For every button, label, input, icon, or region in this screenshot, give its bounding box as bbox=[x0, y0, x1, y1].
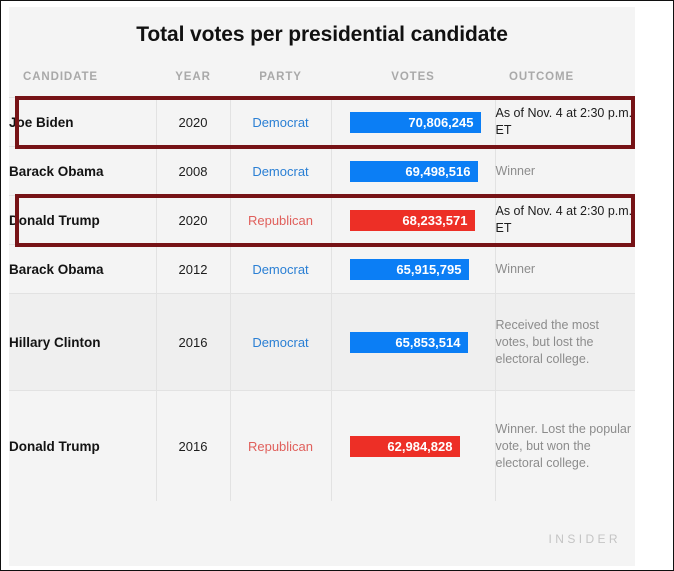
table-row: Joe Biden 2020 Democrat 70,806,245 As of Nov… bbox=[9, 97, 635, 147]
cell-outcome: Winner. Lost the popular vote, but won t… bbox=[495, 390, 635, 501]
cell-year: 2016 bbox=[156, 293, 231, 391]
chart-panel: Total votes per presidential candidate C… bbox=[9, 7, 635, 566]
cell-votes: 62,984,828 bbox=[331, 390, 496, 501]
screenshot-frame: Total votes per presidential candidate C… bbox=[0, 0, 674, 571]
table-row: Barack Obama 2012 Democrat 65,915,795 Winner bbox=[9, 244, 635, 294]
column-header-candidate: CANDIDATE bbox=[9, 71, 156, 98]
cell-outcome: Received the most votes, but lost the el… bbox=[495, 293, 635, 391]
cell-party: Democrat bbox=[230, 244, 332, 294]
cell-votes: 65,853,514 bbox=[331, 293, 496, 391]
cell-year: 2008 bbox=[156, 146, 231, 196]
vote-bar: 65,915,795 bbox=[349, 259, 469, 280]
table-header-row: CANDIDATE YEAR PARTY VOTES OUTCOME bbox=[9, 71, 635, 98]
vote-bar: 68,233,571 bbox=[349, 210, 475, 231]
cell-votes: 68,233,571 bbox=[331, 195, 496, 245]
table-body: Joe Biden 2020 Democrat 70,806,245 As of Nov… bbox=[9, 97, 635, 501]
column-header-votes: VOTES bbox=[331, 71, 495, 98]
cell-votes: 70,806,245 bbox=[331, 97, 496, 147]
cell-candidate: Hillary Clinton bbox=[9, 293, 157, 391]
column-header-party: PARTY bbox=[230, 71, 331, 98]
cell-candidate: Barack Obama bbox=[9, 244, 157, 294]
vote-bar: 69,498,516 bbox=[349, 161, 478, 182]
cell-year: 2016 bbox=[156, 390, 231, 501]
vote-bar: 70,806,245 bbox=[349, 112, 481, 133]
cell-votes: 65,915,795 bbox=[331, 244, 496, 294]
votes-table: CANDIDATE YEAR PARTY VOTES OUTCOME Joe B… bbox=[9, 71, 635, 501]
table-row: Hillary Clinton 2016 Democrat 65,853,514 Rec… bbox=[9, 293, 635, 391]
cell-party: Republican bbox=[230, 195, 332, 245]
cell-candidate: Barack Obama bbox=[9, 146, 157, 196]
vote-bar-wrapper: 70,806,245 bbox=[332, 98, 495, 146]
table-row: Donald Trump 2020 Republican 68,233,571 As o… bbox=[9, 195, 635, 245]
cell-votes: 69,498,516 bbox=[331, 146, 496, 196]
vote-bar: 65,853,514 bbox=[349, 332, 468, 353]
vote-bar-wrapper: 65,915,795 bbox=[332, 245, 495, 293]
vote-bar-wrapper: 65,853,514 bbox=[332, 294, 495, 390]
cell-outcome: As of Nov. 4 at 2:30 p.m. ET bbox=[495, 97, 635, 147]
cell-year: 2020 bbox=[156, 97, 231, 147]
vote-bar-wrapper: 69,498,516 bbox=[332, 147, 495, 195]
cell-candidate: Joe Biden bbox=[9, 97, 157, 147]
cell-party: Democrat bbox=[230, 293, 332, 391]
vote-bar-wrapper: 68,233,571 bbox=[332, 196, 495, 244]
cell-candidate: Donald Trump bbox=[9, 195, 157, 245]
vote-bar: 62,984,828 bbox=[349, 436, 460, 457]
cell-year: 2020 bbox=[156, 195, 231, 245]
cell-party: Republican bbox=[230, 390, 332, 501]
cell-candidate: Donald Trump bbox=[9, 390, 157, 501]
column-header-outcome: OUTCOME bbox=[495, 71, 635, 98]
page-title: Total votes per presidential candidate bbox=[136, 23, 508, 46]
vote-bar-wrapper: 62,984,828 bbox=[332, 391, 495, 501]
cell-outcome: As of Nov. 4 at 2:30 p.m. ET bbox=[495, 195, 635, 245]
table-header: CANDIDATE YEAR PARTY VOTES OUTCOME bbox=[9, 71, 635, 98]
cell-party: Democrat bbox=[230, 97, 332, 147]
table-row: Barack Obama 2008 Democrat 69,498,516 Winner bbox=[9, 146, 635, 196]
column-header-year: YEAR bbox=[156, 71, 230, 98]
table-row: Donald Trump 2016 Republican 62,984,828 Winn… bbox=[9, 390, 635, 501]
cell-outcome: Winner bbox=[495, 244, 635, 294]
cell-outcome: Winner bbox=[495, 146, 635, 196]
cell-year: 2012 bbox=[156, 244, 231, 294]
insider-watermark: INSIDER bbox=[548, 532, 621, 546]
cell-party: Democrat bbox=[230, 146, 332, 196]
